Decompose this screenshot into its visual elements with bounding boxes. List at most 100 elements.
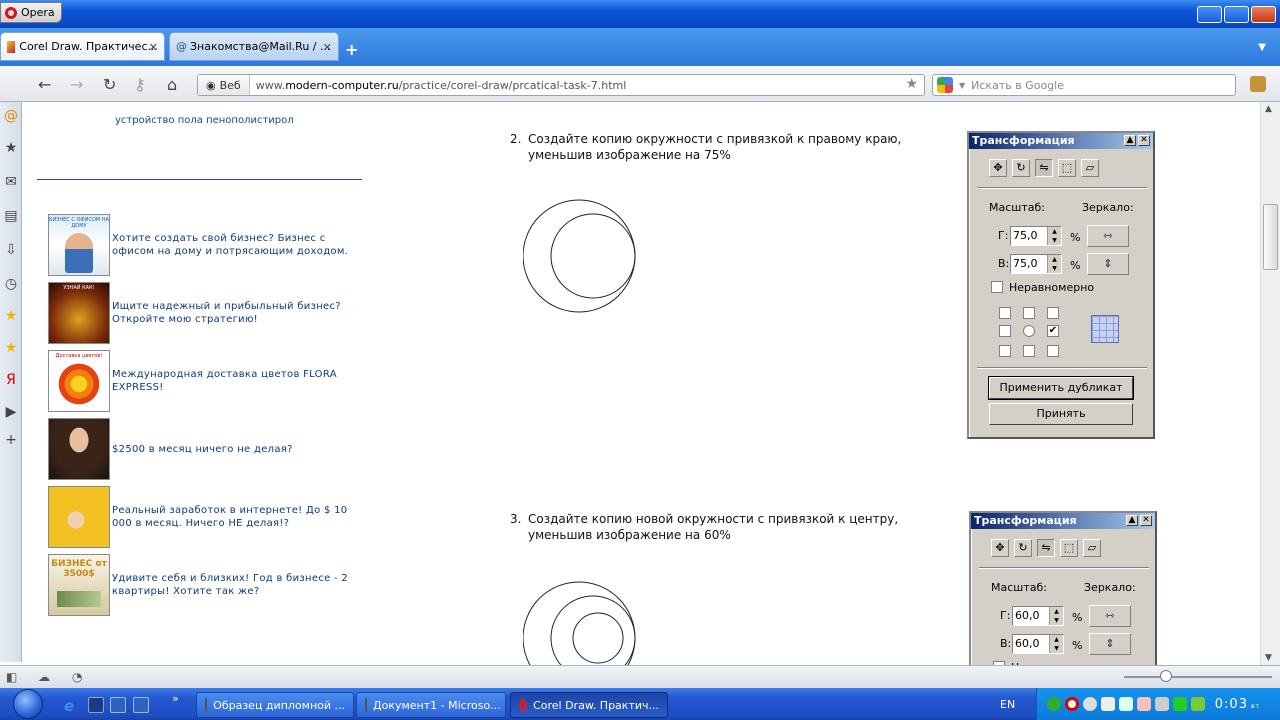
close-button[interactable]: [1251, 6, 1276, 23]
notes-icon[interactable]: ▤: [3, 208, 19, 224]
tab-mail-ru[interactable]: @ Знакомства@Mail.Ru / ... ✕: [169, 32, 339, 61]
anchor-center-radio[interactable]: [1023, 325, 1035, 337]
skew-icon[interactable]: ▱: [1081, 159, 1099, 177]
apply-duplicate-button[interactable]: Применить дубликат: [988, 376, 1134, 400]
horizontal-scale-input[interactable]: 60,0 ▲ ▼: [1012, 606, 1064, 626]
dialog-close-button[interactable]: ✕: [1140, 515, 1152, 526]
mirror-vertical-button[interactable]: ⇕: [1087, 253, 1129, 275]
search-dropdown-icon[interactable]: ▼: [959, 81, 965, 90]
scrollbar-thumb[interactable]: [1263, 204, 1278, 270]
play-icon[interactable]: ▶: [3, 404, 19, 420]
scale-icon[interactable]: ⇋: [1037, 539, 1055, 557]
tab-menu-chevron-icon[interactable]: ▼: [1258, 42, 1266, 53]
vertical-scrollbar[interactable]: ▲ ▼: [1260, 102, 1280, 665]
dialog-close-button[interactable]: ✕: [1138, 135, 1150, 146]
quicklaunch-chevron[interactable]: »: [172, 692, 179, 705]
cloud-icon[interactable]: ☁: [38, 670, 50, 684]
search-field[interactable]: ▼ Искать в Google: [932, 74, 1236, 96]
internet-explorer-icon[interactable]: e: [64, 697, 80, 715]
favorite-star-icon[interactable]: ★: [3, 340, 19, 356]
vertical-scale-input[interactable]: 75,0 ▲ ▼: [1010, 254, 1062, 274]
favorite-star-icon[interactable]: ★: [3, 308, 19, 324]
anchor-checkbox[interactable]: [1023, 307, 1035, 319]
spinner-arrows-icon[interactable]: ▲ ▼: [1049, 635, 1063, 653]
tray-icon[interactable]: [1119, 697, 1133, 711]
anchor-checkbox[interactable]: [999, 307, 1011, 319]
mail-at-icon[interactable]: @: [3, 108, 19, 124]
ad-text[interactable]: Реальный заработок в интернете! До $ 10 …: [112, 486, 352, 548]
ad-item[interactable]: $2500 в месяц ничего не делая?: [48, 418, 348, 480]
anchor-checkbox[interactable]: [999, 325, 1011, 337]
ad-item[interactable]: Доставка цветов! Международная доставка …: [48, 350, 348, 412]
home-icon[interactable]: ⌂: [167, 75, 177, 94]
anchor-checkbox[interactable]: [1047, 345, 1059, 357]
tab-close-icon[interactable]: ✕: [149, 41, 158, 54]
rotate-icon[interactable]: ↻: [1012, 159, 1030, 177]
horizontal-scale-input[interactable]: 75,0 ▲ ▼: [1010, 226, 1062, 246]
anchor-checkbox[interactable]: [1023, 345, 1035, 357]
spinner-arrows-icon[interactable]: ▲ ▼: [1047, 255, 1061, 273]
nonuniform-checkbox[interactable]: [991, 281, 1003, 293]
tray-icon[interactable]: [1083, 697, 1097, 711]
rotate-icon[interactable]: ↻: [1014, 539, 1032, 557]
ad-text[interactable]: Хотите создать свой бизнес? Бизнес с офи…: [112, 214, 352, 276]
tray-icon[interactable]: [1101, 697, 1115, 711]
scroll-down-icon[interactable]: ▼: [1265, 653, 1272, 663]
tab-close-icon[interactable]: ✕: [323, 41, 332, 54]
tray-icon[interactable]: [1137, 697, 1151, 711]
mirror-horizontal-button[interactable]: ⇿: [1087, 225, 1129, 247]
size-icon[interactable]: ⬚: [1060, 539, 1078, 557]
show-desktop-icon[interactable]: [110, 697, 126, 713]
history-clock-icon[interactable]: ◷: [3, 276, 19, 292]
anchor-checkbox[interactable]: [999, 345, 1011, 357]
web-badge[interactable]: ◉ Веб: [198, 75, 250, 95]
new-tab-button[interactable]: +: [345, 40, 358, 59]
mirror-vertical-button[interactable]: ⇕: [1089, 633, 1131, 655]
tray-icon[interactable]: [1047, 697, 1061, 711]
zoom-slider-knob[interactable]: [1160, 670, 1172, 682]
add-panel-icon[interactable]: +: [3, 432, 19, 448]
nvidia-icon[interactable]: [1191, 697, 1205, 711]
apply-button[interactable]: Принять: [989, 403, 1133, 425]
yandex-icon[interactable]: Я: [3, 372, 19, 388]
start-button[interactable]: [13, 689, 43, 719]
mirror-horizontal-button[interactable]: ⇿: [1089, 605, 1131, 627]
ad-item[interactable]: УЗНАЙ КАК! Ищите надежный и прибыльный б…: [48, 282, 348, 344]
opera-tray-icon[interactable]: [1065, 697, 1079, 711]
dialog-minimize-button[interactable]: ▲: [1126, 515, 1138, 526]
app-quicklaunch-icon[interactable]: [88, 697, 104, 713]
dialog-minimize-button[interactable]: ▲: [1124, 135, 1136, 146]
ad-image[interactable]: [48, 418, 110, 480]
speed-dial-icon[interactable]: ◔: [72, 670, 82, 684]
ad-image[interactable]: УЗНАЙ КАК!: [48, 282, 110, 344]
spinner-arrows-icon[interactable]: ▲ ▼: [1049, 607, 1063, 625]
ad-image[interactable]: [48, 486, 110, 548]
address-bar[interactable]: ◉ Веб www.modern-computer.ru/practice/co…: [197, 74, 925, 96]
tab-corel-draw[interactable]: Corel Draw. Практичес... ✕: [0, 32, 165, 61]
switch-windows-icon[interactable]: [133, 697, 149, 713]
ad-text[interactable]: Удивите себя и близких! Год в бизнесе - …: [112, 554, 352, 616]
ad-text[interactable]: $2500 в месяц ничего не делая?: [112, 418, 352, 480]
tray-icon[interactable]: [1173, 697, 1187, 711]
language-indicator[interactable]: EN: [1000, 698, 1015, 711]
ad-text[interactable]: Ищите надежный и прибыльный бизнес? Откр…: [112, 282, 352, 344]
scale-icon[interactable]: ⇋: [1035, 159, 1053, 177]
spinner-arrows-icon[interactable]: ▲ ▼: [1047, 227, 1061, 245]
url-text[interactable]: www.modern-computer.ru/practice/corel-dr…: [250, 79, 627, 92]
mail-envelope-icon[interactable]: ✉: [3, 174, 19, 190]
ad-image[interactable]: БИЗНЕС от 3500$: [48, 554, 110, 616]
position-icon[interactable]: ✥: [989, 159, 1007, 177]
size-icon[interactable]: ⬚: [1058, 159, 1076, 177]
tray-icon[interactable]: [1155, 697, 1169, 711]
clock[interactable]: 0:03 вт: [1215, 697, 1260, 712]
key-icon[interactable]: ⚷: [134, 75, 146, 94]
taskbar-item-active[interactable]: Corel Draw. Практич...: [510, 692, 668, 718]
ad-item[interactable]: Реальный заработок в интернете! До $ 10 …: [48, 486, 348, 548]
skew-icon[interactable]: ▱: [1083, 539, 1101, 557]
minimize-button[interactable]: [1197, 6, 1222, 23]
vertical-scale-input[interactable]: 60,0 ▲ ▼: [1012, 634, 1064, 654]
bookmarks-star-icon[interactable]: ★: [3, 140, 19, 156]
taskbar-item[interactable]: Документ1 - Microso...: [356, 692, 506, 718]
ad-text[interactable]: Международная доставка цветов FLORA EXPR…: [112, 350, 352, 412]
extension-icon[interactable]: [1250, 76, 1266, 92]
